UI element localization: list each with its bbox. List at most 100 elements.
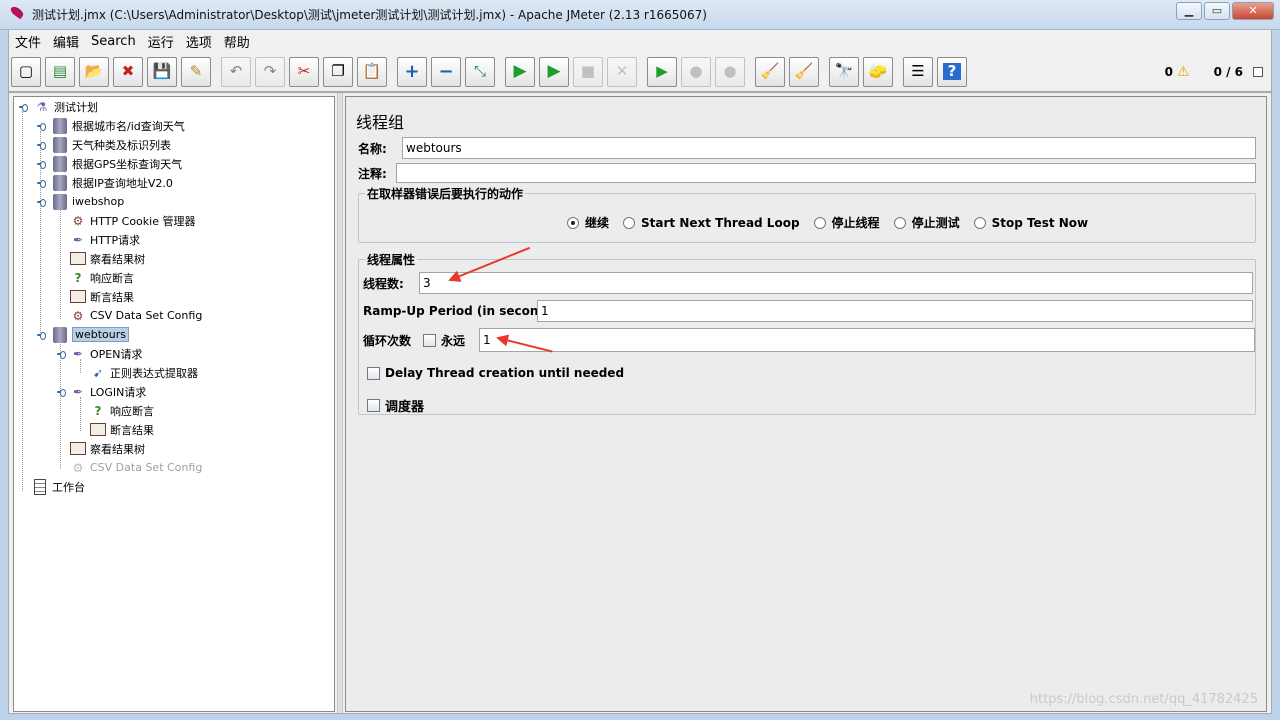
test-plan-icon: ⚗ xyxy=(36,99,48,114)
expander-thread-1[interactable] xyxy=(37,123,46,131)
expander-webtours[interactable] xyxy=(37,332,46,340)
tree-node-open-request[interactable]: ✒ OPEN请求 xyxy=(70,344,143,363)
remote-shutdown-icon: ● xyxy=(723,62,737,80)
expander-open-request[interactable] xyxy=(57,351,66,359)
tree-node-results-tree[interactable]: 察看结果树 xyxy=(70,439,145,458)
save-button[interactable]: 💾 xyxy=(147,56,177,87)
tree-node-assertion-results[interactable]: 断言结果 xyxy=(70,287,134,306)
expander-login-request[interactable] xyxy=(57,389,66,397)
search-icon: 🔭 xyxy=(834,62,854,80)
expander-thread-4[interactable] xyxy=(37,180,46,188)
toggle-button[interactable]: ⤡ xyxy=(465,56,495,87)
remote-shutdown-all-button[interactable]: ● xyxy=(715,56,745,87)
shutdown-button[interactable]: ✕ xyxy=(607,56,637,87)
search-button[interactable]: 🔭 xyxy=(829,56,859,87)
scheduler-checkbox[interactable] xyxy=(367,399,380,412)
tree-node-thread-group[interactable]: 根据城市名/id查询天气 xyxy=(52,116,185,135)
tree-node-test-plan[interactable]: ⚗ 测试计划 xyxy=(34,97,98,116)
tree-node-csv-config[interactable]: ⚙ CSV Data Set Config xyxy=(70,306,203,325)
tree-node-cookie-manager[interactable]: ⚙ HTTP Cookie 管理器 xyxy=(70,211,196,230)
toolbar-status: 0 ⚠ 0 / 6 xyxy=(1165,64,1263,80)
config-element-icon: ⚙ xyxy=(72,460,84,475)
expander-iwebshop[interactable] xyxy=(37,199,46,207)
pane-splitter[interactable] xyxy=(337,93,343,713)
menu-options[interactable]: 选项 xyxy=(180,32,218,51)
close-file-button[interactable]: ✖ xyxy=(113,56,143,87)
shutdown-icon: ✕ xyxy=(615,62,629,80)
new-button[interactable]: ▢ xyxy=(11,56,41,87)
remote-start-all-button[interactable]: ▶ xyxy=(647,56,677,87)
delay-row: Delay Thread creation until needed xyxy=(367,366,624,380)
menu-edit[interactable]: 编辑 xyxy=(47,32,85,51)
listener-icon xyxy=(90,422,106,438)
tree-node-assertion-results[interactable]: 断言结果 xyxy=(90,420,154,439)
tree-node-csv-config-disabled[interactable]: ⚙ CSV Data Set Config xyxy=(70,458,203,477)
minimize-button[interactable]: ▁ xyxy=(1176,2,1202,20)
copy-button[interactable]: ❐ xyxy=(323,56,353,87)
expander-test-plan[interactable] xyxy=(19,104,28,112)
thread-group-icon xyxy=(52,193,68,210)
tree-node-thread-group[interactable]: 根据IP查询地址V2.0 xyxy=(52,173,173,192)
paste-button[interactable]: 📋 xyxy=(357,56,387,87)
warning-icon[interactable]: ⚠ xyxy=(1177,64,1190,80)
maximize-button[interactable]: ▭ xyxy=(1204,2,1230,20)
menu-file[interactable]: 文件 xyxy=(9,32,47,51)
tree-node-regex-extractor[interactable]: ➹ 正则表达式提取器 xyxy=(90,363,198,382)
close-button[interactable]: ✕ xyxy=(1232,2,1274,20)
delay-thread-checkbox[interactable] xyxy=(367,366,380,380)
remote-start-icon: ▶ xyxy=(656,62,668,80)
function-helper-button[interactable]: ☰ xyxy=(903,56,933,87)
menu-search[interactable]: Search xyxy=(85,34,142,49)
collapse-all-button[interactable]: − xyxy=(431,56,461,87)
forever-checkbox[interactable] xyxy=(423,333,436,347)
tree-node-login-request[interactable]: ✒ LOGIN请求 xyxy=(70,382,146,401)
name-label: 名称: xyxy=(358,141,387,156)
cut-button[interactable]: ✂ xyxy=(289,56,319,87)
thread-group-icon xyxy=(52,117,68,134)
name-row: 名称: xyxy=(358,137,1260,159)
rampup-input[interactable] xyxy=(537,300,1253,322)
tree-node-workbench[interactable]: 工作台 xyxy=(32,477,85,496)
redo-button[interactable]: ↷ xyxy=(255,56,285,87)
tree-node-http-request[interactable]: ✒ HTTP请求 xyxy=(70,230,140,249)
clear-button[interactable]: 🧹 xyxy=(755,56,785,87)
menu-run[interactable]: 运行 xyxy=(142,32,180,51)
tree-node-thread-group[interactable]: 天气种类及标识列表 xyxy=(52,135,171,154)
templates-button[interactable]: ▤ xyxy=(45,56,75,87)
tree-node-thread-group[interactable]: 根据GPS坐标查询天气 xyxy=(52,154,182,173)
tree-node-response-assertion[interactable]: ? 响应断言 xyxy=(70,268,134,287)
help-button[interactable]: ? xyxy=(937,56,967,87)
loop-count-input[interactable] xyxy=(479,328,1255,352)
expander-thread-2[interactable] xyxy=(37,142,46,150)
start-no-pauses-button[interactable]: ▶ xyxy=(539,56,569,87)
remote-stop-all-button[interactable]: ● xyxy=(681,56,711,87)
delay-thread-label: Delay Thread creation until needed xyxy=(385,366,625,380)
tree-node-iwebshop[interactable]: iwebshop xyxy=(52,192,124,211)
reset-search-button[interactable]: 🧽 xyxy=(863,56,893,87)
radio-stop-test[interactable]: 停止测试 xyxy=(893,214,960,231)
undo-button[interactable]: ↶ xyxy=(221,56,251,87)
radio-continue[interactable]: 继续 xyxy=(567,214,609,231)
expander-thread-3[interactable] xyxy=(37,161,46,169)
name-input[interactable] xyxy=(402,137,1256,159)
tree-node-webtours[interactable]: webtours xyxy=(52,325,130,344)
comment-input[interactable] xyxy=(396,163,1256,183)
open-button[interactable]: 📂 xyxy=(79,56,109,87)
clear-all-button[interactable]: 🧹 xyxy=(789,56,819,87)
radio-start-next-loop[interactable]: Start Next Thread Loop xyxy=(623,216,800,230)
stop-button[interactable]: ■ xyxy=(573,56,603,87)
comment-label: 注释: xyxy=(358,166,387,181)
radio-stop-test-now[interactable]: Stop Test Now xyxy=(973,216,1088,230)
tree-node-response-assertion[interactable]: ? 响应断言 xyxy=(90,401,154,420)
sampler-icon: ✒ xyxy=(72,346,84,361)
radio-stop-thread[interactable]: 停止线程 xyxy=(813,214,880,231)
start-button[interactable]: ▶ xyxy=(505,56,535,87)
listener-icon xyxy=(70,251,86,267)
menu-help[interactable]: 帮助 xyxy=(218,32,256,51)
expand-all-button[interactable]: + xyxy=(397,56,427,87)
scheduler-row: 调度器 xyxy=(367,396,424,415)
save-as-button[interactable]: ✎ xyxy=(181,56,211,87)
tree-node-results-tree[interactable]: 察看结果树 xyxy=(70,249,145,268)
save-icon: 💾 xyxy=(152,62,172,80)
thread-count-input[interactable] xyxy=(419,272,1253,294)
